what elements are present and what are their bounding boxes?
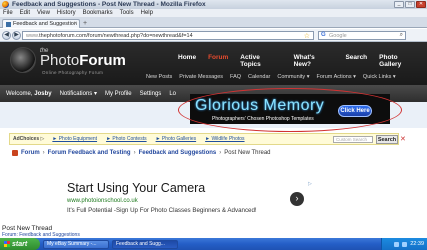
tab-active[interactable]: Feedback and Suggestions - Post New Thre… <box>2 19 80 28</box>
search-icon[interactable]: ⌕ <box>400 32 403 39</box>
taskbar-item-label: My eBay Summary -... <box>47 241 97 247</box>
taskbar-item-label: Feedback and Sugg... <box>116 241 165 247</box>
camera-lens-logo-icon <box>10 47 36 73</box>
forward-icon[interactable]: ▶ <box>12 30 21 40</box>
text-ad[interactable]: Start Using Your Camera www.photoionscho… <box>60 176 312 220</box>
menu-view[interactable]: View <box>37 10 50 16</box>
breadcrumb-feedback-testing[interactable]: Forum Feedback and Testing <box>48 150 131 156</box>
minimize-icon[interactable]: _ <box>394 1 404 8</box>
taskbar-item-feedback[interactable]: Feedback and Sugg... <box>112 239 178 249</box>
tab-bar: Feedback and Suggestions - Post New Thre… <box>0 17 427 28</box>
menu-tools[interactable]: Tools <box>120 10 134 16</box>
red-highlight-oval <box>178 88 402 132</box>
site-logo[interactable]: PhotoForum <box>40 52 126 69</box>
url-bar[interactable]: www. thephotoforum.com/forum/newthread.p… <box>22 31 314 40</box>
subnav-faq[interactable]: FAQ <box>230 74 241 80</box>
breadcrumb-forum[interactable]: Forum <box>21 150 40 156</box>
nav-photo-gallery[interactable]: Photo Gallery <box>373 54 427 68</box>
home-icon[interactable] <box>12 150 18 156</box>
browser-search-placeholder: Google <box>329 32 347 39</box>
ad-link-photo-contests[interactable]: ► Photo Contests <box>106 136 147 142</box>
start-label: start <box>12 240 28 248</box>
nav-home[interactable]: Home <box>172 54 202 68</box>
url-text: thephotoforum.com/forum/newthread.php?do… <box>39 32 193 39</box>
top-navigation: Home Forum Active Topics What's New? Sea… <box>172 54 427 68</box>
browser-search-input[interactable]: G Google ⌕ <box>318 31 406 40</box>
logo-forum: Forum <box>79 52 126 69</box>
ad-link-photo-equipment[interactable]: ► Photo Equipment <box>52 136 97 142</box>
ad-close-icon[interactable]: ✕ <box>400 135 406 143</box>
tray-volume-icon[interactable] <box>402 241 408 247</box>
menu-bar: File Edit View History Bookmarks Tools H… <box>0 9 427 17</box>
tray-clock: 22:39 <box>410 241 424 247</box>
breadcrumb: Forum › Forum Feedback and Testing › Fee… <box>12 148 312 158</box>
my-profile-link[interactable]: My Profile <box>105 91 132 97</box>
menu-help[interactable]: Help <box>141 10 153 16</box>
menu-file[interactable]: File <box>3 10 13 16</box>
ad-link-wildlife-photos[interactable]: ► Wildlife Photos <box>205 136 244 142</box>
subnav-calendar[interactable]: Calendar <box>248 74 270 80</box>
custom-search-button[interactable]: Search <box>376 135 398 144</box>
logout-link[interactable]: Lo <box>169 91 176 97</box>
back-icon[interactable]: ◀ <box>2 30 11 40</box>
nav-forum[interactable]: Forum <box>202 54 234 68</box>
notifications-menu[interactable]: Notifications ▾ <box>60 90 97 97</box>
logo-tagline: Online Photography Forum <box>42 70 104 75</box>
breadcrumb-separator-icon: › <box>219 150 222 156</box>
bookmark-star-icon[interactable]: ☆ <box>304 32 310 40</box>
breadcrumb-feedback-suggestions[interactable]: Feedback and Suggestions <box>139 150 217 156</box>
ad-link-photo-galleries[interactable]: ► Photo Galleries <box>156 136 197 142</box>
system-tray: 22:39 <box>381 238 427 250</box>
text-ad-headline[interactable]: Start Using Your Camera <box>67 181 205 195</box>
window-title-bar: Feedback and Suggestions - Post New Thre… <box>0 0 427 9</box>
settings-link[interactable]: Settings <box>140 91 162 97</box>
breadcrumb-separator-icon: › <box>133 150 136 156</box>
tray-network-icon[interactable] <box>394 241 400 247</box>
window-title: Feedback and Suggestions - Post New Thre… <box>12 1 206 8</box>
menu-bookmarks[interactable]: Bookmarks <box>83 10 113 16</box>
subnav-new-posts[interactable]: New Posts <box>146 74 172 80</box>
menu-history[interactable]: History <box>57 10 76 16</box>
maximize-icon[interactable]: □ <box>405 1 415 8</box>
navigation-bar: ◀ ▶ www. thephotoforum.com/forum/newthre… <box>0 29 427 42</box>
firefox-icon <box>2 1 9 8</box>
text-ad-description: It's Full Potential -Sign Up For Photo C… <box>67 207 257 214</box>
menu-edit[interactable]: Edit <box>20 10 30 16</box>
nav-whats-new[interactable]: What's New? <box>288 54 340 68</box>
subnav-community[interactable]: Community ▾ <box>277 74 309 80</box>
windows-flag-icon <box>4 241 10 247</box>
url-prefix: www. <box>26 32 40 39</box>
new-tab-icon[interactable]: + <box>83 20 87 27</box>
subnav-private-messages[interactable]: Private Messages <box>179 74 223 80</box>
text-ad-url[interactable]: www.photoionschool.co.uk <box>67 198 138 204</box>
start-button[interactable]: start <box>0 238 40 250</box>
tab-close-icon[interactable]: × <box>73 21 77 27</box>
nav-search[interactable]: Search <box>339 54 373 68</box>
breadcrumb-separator-icon: › <box>42 150 45 156</box>
tab-label: Feedback and Suggestions - Post New Thre… <box>13 21 77 27</box>
custom-search-input[interactable]: Custom Search <box>333 136 373 143</box>
logo-photo: Photo <box>40 52 80 69</box>
taskbar: start My eBay Summary -... Feedback and … <box>0 238 427 250</box>
adchoices-icon[interactable]: ▷ <box>308 181 312 187</box>
welcome-label: Welcome, <box>6 90 33 97</box>
subnav-quick-links[interactable]: Quick Links ▾ <box>363 74 396 80</box>
nav-active-topics[interactable]: Active Topics <box>234 54 287 68</box>
close-icon[interactable]: ✕ <box>416 1 426 8</box>
ad-links-row: AdChoices ▷ ► Photo Equipment ► Photo Co… <box>9 133 399 145</box>
breadcrumb-current: Post New Thread <box>224 150 271 156</box>
google-icon: G <box>321 32 326 38</box>
adchoices-label[interactable]: AdChoices ▷ <box>13 136 44 142</box>
taskbar-item-ebay[interactable]: My eBay Summary -... <box>43 239 109 249</box>
username-link[interactable]: Josby <box>34 91 51 97</box>
welcome-text: Welcome, Josby <box>6 91 52 97</box>
sub-navigation: New Posts Private Messages FAQ Calendar … <box>146 74 396 80</box>
favicon-icon <box>6 21 11 27</box>
ad-go-arrow-icon[interactable]: › <box>290 192 304 206</box>
site-header: the PhotoForum Online Photography Forum … <box>0 42 427 85</box>
subnav-forum-actions[interactable]: Forum Actions ▾ <box>316 74 355 80</box>
page-title: Post New Thread <box>2 225 53 232</box>
window-controls: _ □ ✕ <box>394 1 426 8</box>
